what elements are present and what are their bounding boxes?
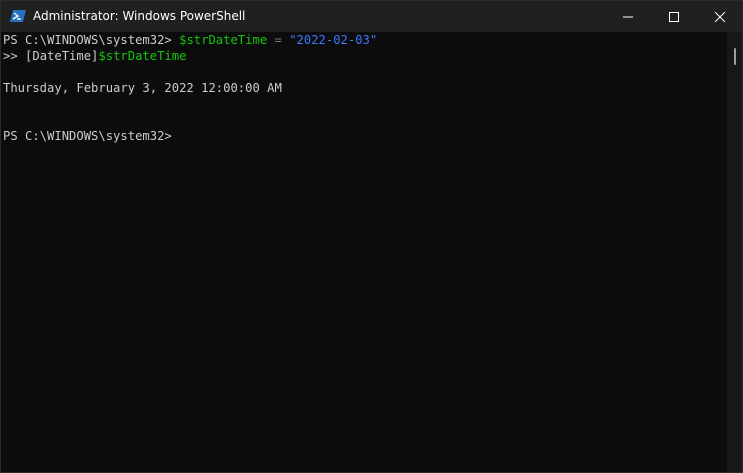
minimize-icon bbox=[623, 7, 633, 26]
powershell-icon bbox=[10, 8, 26, 24]
command-line-2: >> [DateTime]$strDateTime bbox=[3, 48, 186, 64]
close-button[interactable] bbox=[697, 1, 743, 32]
powershell-window: Administrator: Windows PowerShell PS C:\… bbox=[0, 0, 743, 473]
window-title: Administrator: Windows PowerShell bbox=[33, 9, 246, 23]
minimize-button[interactable] bbox=[605, 1, 651, 32]
scroll-thumb[interactable] bbox=[734, 48, 736, 65]
variable-token: $strDateTime bbox=[179, 33, 268, 47]
command-output: Thursday, February 3, 2022 12:00:00 AM bbox=[3, 81, 282, 95]
maximize-icon bbox=[669, 7, 679, 26]
prompt: PS C:\WINDOWS\system32> bbox=[3, 33, 180, 47]
command-line-prompt: PS C:\WINDOWS\system32> bbox=[3, 129, 172, 143]
string-token: "2022-02-03" bbox=[289, 33, 378, 47]
command-line-1: PS C:\WINDOWS\system32> $strDateTime = "… bbox=[3, 32, 377, 48]
continuation-prompt: >> bbox=[3, 49, 26, 63]
close-icon bbox=[714, 7, 726, 26]
vertical-scrollbar[interactable] bbox=[727, 32, 742, 472]
operator-token: = bbox=[267, 33, 290, 47]
terminal-content[interactable]: PS C:\WINDOWS\system32> $strDateTime = "… bbox=[1, 32, 727, 472]
type-token: [DateTime] bbox=[25, 49, 99, 63]
variable-token: $strDateTime bbox=[98, 49, 187, 63]
title-bar[interactable]: Administrator: Windows PowerShell bbox=[1, 1, 742, 32]
maximize-button[interactable] bbox=[651, 1, 697, 32]
